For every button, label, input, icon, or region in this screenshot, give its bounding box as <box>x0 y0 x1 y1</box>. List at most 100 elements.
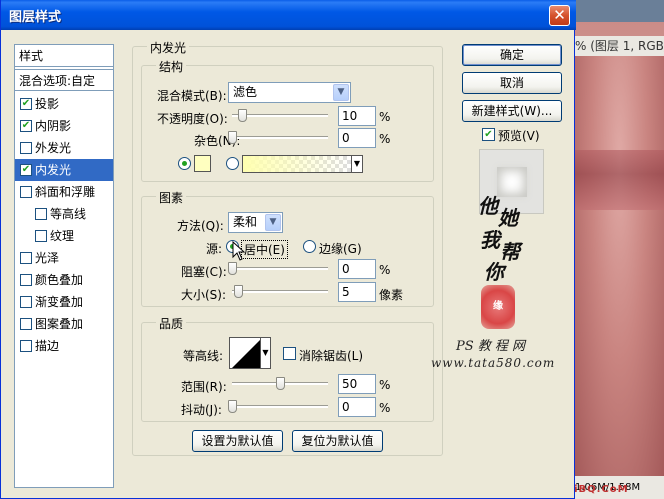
style-item-label: 内发光 <box>35 163 72 177</box>
style-item-label: 投影 <box>35 97 60 111</box>
antialias-checkbox[interactable] <box>283 347 296 360</box>
style-item-checkbox[interactable] <box>20 142 32 154</box>
style-item-checkbox[interactable] <box>20 252 32 264</box>
style-item-label: 颜色叠加 <box>35 273 84 287</box>
contour-label: 等高线: <box>183 349 224 363</box>
jitter-input[interactable]: 0 <box>338 397 376 417</box>
size-label: 大小(S): <box>181 288 227 302</box>
style-item-checkbox[interactable] <box>20 318 32 330</box>
dialog-title: 图层样式 <box>9 10 62 25</box>
size-input[interactable]: 5 <box>338 282 376 302</box>
style-item[interactable]: 等高线 <box>15 203 113 225</box>
blend-options-item[interactable]: 混合选项:自定 <box>15 69 113 91</box>
chevron-down-icon[interactable]: ▼ <box>333 84 349 101</box>
structure-title: 结构 <box>156 58 187 75</box>
watermark-char: 你 <box>484 260 504 284</box>
range-input[interactable]: 50 <box>338 374 376 394</box>
layer-style-dialog: 图层样式 ✕ 样式 混合选项:自定 ✔ 投影 ✔ 内阴影 外发光 ✔ 内发光 斜面和浮雕 等高线… <box>0 0 576 499</box>
range-label: 范围(R): <box>181 380 227 394</box>
contour-dropdown[interactable]: ▼ <box>261 337 271 369</box>
make-default-button[interactable]: 设置为默认值 <box>192 430 283 452</box>
preview-label[interactable]: 预览(V) <box>498 127 540 144</box>
style-item-checkbox[interactable] <box>35 208 47 220</box>
watermark-seal: 缘 <box>481 285 515 329</box>
jitter-slider-thumb[interactable] <box>228 400 237 413</box>
style-item-checkbox[interactable]: ✔ <box>20 120 32 132</box>
background-doc-title[interactable]: % (图层 1, RGB/ <box>575 36 664 56</box>
choke-input[interactable]: 0 <box>338 259 376 279</box>
blend-mode-select[interactable]: 滤色 ▼ <box>228 82 351 103</box>
style-item-checkbox[interactable]: ✔ <box>20 164 32 176</box>
style-item-checkbox[interactable] <box>20 340 32 352</box>
preview-checkbox[interactable]: ✔ <box>482 128 495 141</box>
size-slider[interactable] <box>232 290 328 293</box>
background-image <box>575 56 664 476</box>
style-item-label: 等高线 <box>50 207 87 221</box>
gradient-radio[interactable] <box>226 157 239 170</box>
glow-color-swatch[interactable] <box>194 155 211 172</box>
technique-value: 柔和 <box>233 215 258 229</box>
style-item[interactable]: 纹理 <box>15 225 113 247</box>
blend-mode-label: 混合模式(B): <box>157 89 227 103</box>
style-list-header[interactable]: 样式 <box>15 45 113 67</box>
source-edge-radio[interactable] <box>303 240 316 253</box>
style-item[interactable]: ✔ 内阴影 <box>15 115 113 137</box>
choke-unit: % <box>379 263 391 277</box>
jitter-slider[interactable] <box>232 405 328 408</box>
style-item[interactable]: 光泽 <box>15 247 113 269</box>
noise-unit: % <box>379 132 391 146</box>
style-item-label: 内阴影 <box>35 119 72 133</box>
glow-gradient-picker[interactable] <box>242 155 352 173</box>
title-bar[interactable]: 图层样式 ✕ <box>1 0 576 30</box>
blend-mode-value: 滤色 <box>233 85 258 99</box>
contour-picker[interactable] <box>229 337 261 369</box>
cancel-button[interactable]: 取消 <box>462 72 562 94</box>
range-unit: % <box>379 378 391 392</box>
close-button[interactable]: ✕ <box>549 5 570 26</box>
opacity-unit: % <box>379 110 391 124</box>
bottom-watermark: UiBQ.CoM <box>565 484 629 495</box>
style-item[interactable]: 颜色叠加 <box>15 269 113 291</box>
size-unit: 像素 <box>379 288 404 302</box>
style-item-label: 光泽 <box>35 251 60 265</box>
opacity-input[interactable]: 10 <box>338 106 376 126</box>
ok-button[interactable]: 确定 <box>462 44 562 66</box>
style-item[interactable]: ✔ 内发光 <box>15 159 113 181</box>
size-slider-thumb[interactable] <box>234 285 243 298</box>
style-item[interactable]: 图案叠加 <box>15 313 113 335</box>
noise-slider[interactable] <box>232 136 328 139</box>
style-item-checkbox[interactable] <box>20 186 32 198</box>
technique-select[interactable]: 柔和 ▼ <box>228 212 283 233</box>
opacity-slider-thumb[interactable] <box>237 109 247 122</box>
style-list: 样式 混合选项:自定 ✔ 投影 ✔ 内阴影 外发光 ✔ 内发光 斜面和浮雕 等高线 纹理 光泽 颜色叠… <box>14 44 114 488</box>
choke-slider-thumb[interactable] <box>228 262 237 275</box>
contour-curve-icon <box>232 340 260 368</box>
source-center-label[interactable]: 居中(E) <box>241 240 288 259</box>
style-item[interactable]: ✔ 投影 <box>15 93 113 115</box>
jitter-label: 抖动(J): <box>181 403 222 417</box>
style-item[interactable]: 描边 <box>15 335 113 357</box>
gradient-dropdown[interactable]: ▼ <box>352 155 363 173</box>
style-item-checkbox[interactable] <box>20 274 32 286</box>
antialias-label[interactable]: 消除锯齿(L) <box>299 347 363 364</box>
watermark-char: 他 <box>478 194 498 218</box>
source-edge-label[interactable]: 边缘(G) <box>319 240 362 257</box>
chevron-down-icon[interactable]: ▼ <box>265 214 281 231</box>
style-item-label: 斜面和浮雕 <box>35 185 96 199</box>
style-item-checkbox[interactable] <box>20 296 32 308</box>
range-slider-thumb[interactable] <box>276 377 285 390</box>
style-item[interactable]: 外发光 <box>15 137 113 159</box>
color-radio[interactable] <box>178 157 191 170</box>
mouse-cursor-icon <box>232 241 246 261</box>
choke-slider[interactable] <box>232 267 328 270</box>
watermark-char: 我 <box>480 228 500 252</box>
new-style-button[interactable]: 新建样式(W)... <box>462 100 562 122</box>
quality-title: 品质 <box>156 315 187 332</box>
style-item[interactable]: 渐变叠加 <box>15 291 113 313</box>
reset-default-button[interactable]: 复位为默认值 <box>292 430 383 452</box>
style-item[interactable]: 斜面和浮雕 <box>15 181 113 203</box>
style-item-checkbox[interactable] <box>35 230 47 242</box>
style-item-checkbox[interactable]: ✔ <box>20 98 32 110</box>
noise-slider-thumb[interactable] <box>228 131 237 144</box>
noise-input[interactable]: 0 <box>338 128 376 148</box>
